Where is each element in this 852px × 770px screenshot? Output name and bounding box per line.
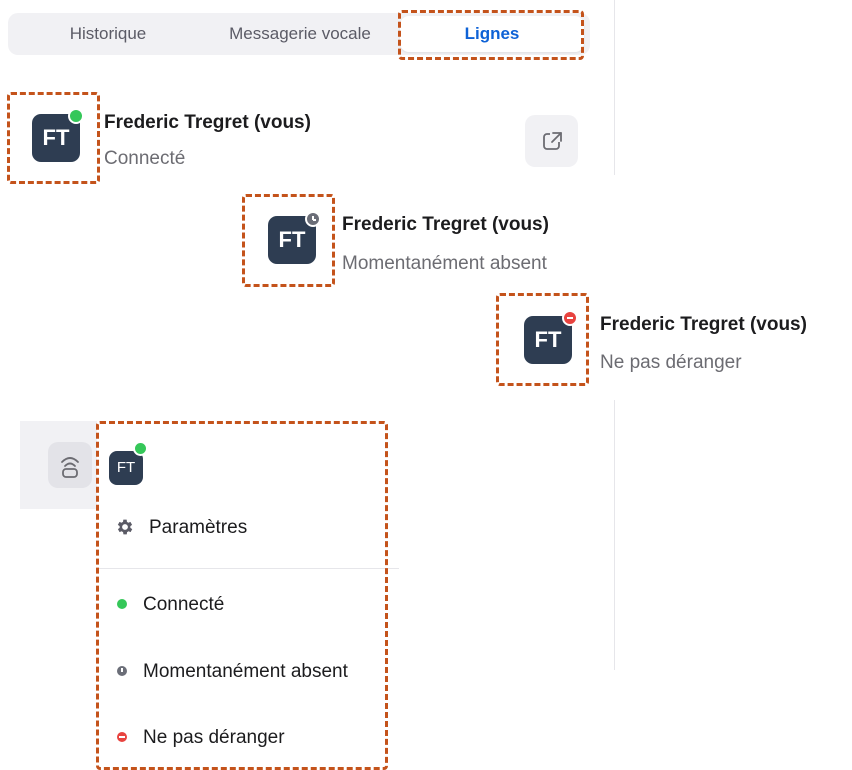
open-external-button[interactable] bbox=[525, 115, 578, 167]
tab-bar: Historique Messagerie vocale Lignes bbox=[8, 13, 590, 55]
away-status-indicator bbox=[305, 211, 321, 227]
tab-historique[interactable]: Historique bbox=[22, 13, 194, 55]
dnd-status-indicator bbox=[562, 310, 578, 326]
panel-divider-lower bbox=[614, 400, 615, 670]
menu-separator bbox=[97, 568, 399, 569]
menu-avatar[interactable]: FT bbox=[109, 451, 143, 485]
user-status: Connecté bbox=[104, 148, 186, 169]
user-status: Momentanément absent bbox=[342, 253, 547, 274]
gear-icon bbox=[117, 519, 133, 535]
status-option-online[interactable]: Connecté bbox=[97, 584, 399, 624]
phone-lines-icon bbox=[61, 457, 79, 478]
settings-menu-item[interactable]: Paramètres bbox=[97, 507, 399, 547]
away-clock-icon bbox=[117, 666, 127, 676]
panel-divider bbox=[614, 0, 615, 175]
dnd-minus-icon bbox=[117, 732, 127, 742]
phone-lines-button[interactable] bbox=[48, 442, 92, 488]
user-name: Frederic Tregret (vous) bbox=[104, 112, 311, 133]
status-menu: FT Paramètres Connecté Momentanément abs… bbox=[97, 421, 399, 770]
online-status-indicator bbox=[133, 441, 148, 456]
status-option-label: Ne pas déranger bbox=[143, 727, 285, 748]
settings-label: Paramètres bbox=[149, 517, 248, 538]
status-option-label: Momentanément absent bbox=[143, 661, 348, 682]
user-name: Frederic Tregret (vous) bbox=[342, 214, 549, 235]
tab-lignes[interactable]: Lignes bbox=[400, 16, 584, 52]
status-option-away[interactable]: Momentanément absent bbox=[97, 651, 399, 691]
status-option-dnd[interactable]: Ne pas déranger bbox=[97, 717, 399, 757]
tab-messagerie-vocale[interactable]: Messagerie vocale bbox=[208, 13, 392, 55]
online-dot-icon bbox=[117, 599, 127, 609]
user-status: Ne pas déranger bbox=[600, 352, 742, 373]
online-status-indicator bbox=[68, 108, 84, 124]
user-name: Frederic Tregret (vous) bbox=[600, 314, 807, 335]
external-link-icon bbox=[543, 131, 563, 150]
status-option-label: Connecté bbox=[143, 594, 225, 615]
